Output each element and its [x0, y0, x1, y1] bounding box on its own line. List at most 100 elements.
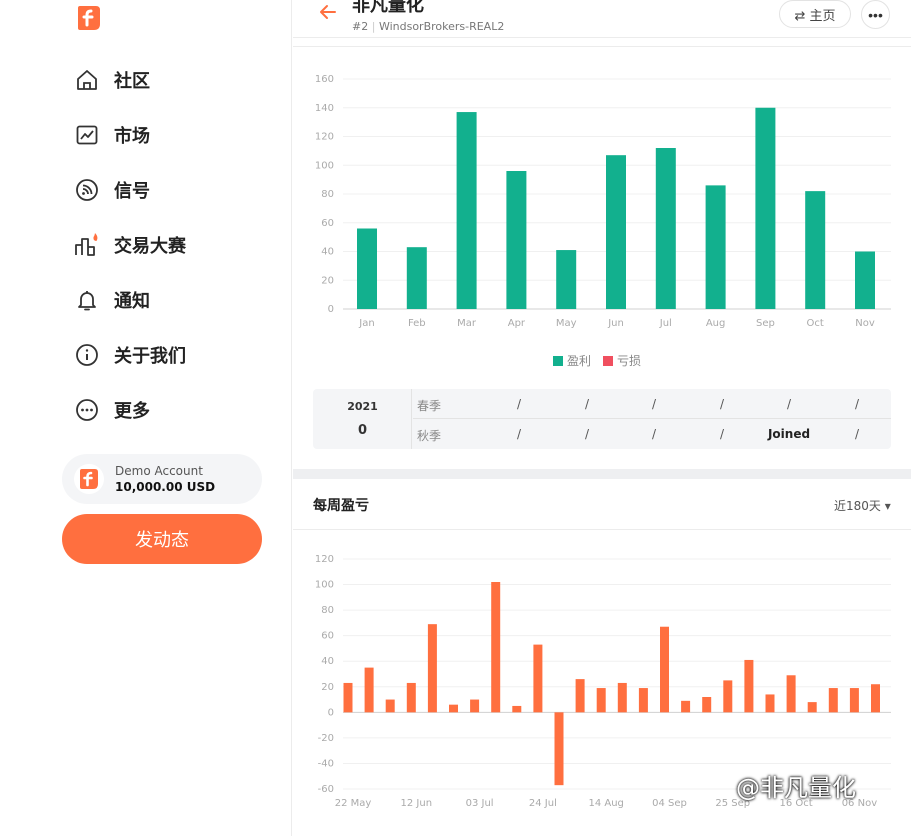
y-tick-label: -20 — [318, 733, 334, 744]
bar — [765, 694, 775, 713]
sidebar-item-contest[interactable]: 交易大赛 — [74, 227, 186, 263]
signal-icon — [74, 177, 100, 203]
bar — [556, 250, 577, 309]
more-options-button[interactable]: ••• — [861, 0, 890, 29]
back-arrow-icon[interactable] — [318, 2, 338, 22]
bar — [606, 155, 626, 309]
monthly-profit-chart: 0 20 40 60 80 100 120 140 160 Jan Feb Mar Apr May Jun J… — [315, 74, 891, 329]
y-tick-label: 60 — [321, 631, 334, 642]
bar — [343, 682, 353, 713]
bar — [512, 705, 522, 713]
account-type: Demo Account — [115, 464, 203, 478]
bar — [638, 688, 648, 713]
x-tick-label: 24 Jul — [529, 798, 557, 809]
y-tick-label: 100 — [315, 580, 334, 591]
bell-icon — [74, 287, 100, 313]
season-cell: / — [854, 427, 860, 441]
season-cell: / — [651, 397, 657, 411]
range-dropdown[interactable]: 近180天 ▾ — [834, 497, 891, 514]
x-tick-label: 12 Jun — [401, 798, 433, 809]
bar — [849, 688, 859, 713]
season-cell-joined: Joined — [767, 427, 811, 441]
x-tick-label: Mar — [457, 318, 477, 329]
section-separator — [293, 469, 911, 479]
legend-profit[interactable]: 盈利 — [553, 352, 591, 369]
divider — [293, 529, 911, 530]
x-tick-label: Jul — [659, 318, 672, 329]
bar — [575, 679, 585, 713]
bar — [617, 682, 627, 713]
account-avatar-icon — [74, 464, 104, 494]
season-cell: / — [719, 397, 725, 411]
season-cell: / — [854, 397, 860, 411]
season-cell: / — [516, 397, 522, 411]
y-tick-label: 0 — [328, 707, 334, 718]
x-tick-label: 14 Aug — [588, 798, 623, 809]
sidebar-item-label: 关于我们 — [114, 346, 186, 367]
season-row-autumn: 秋季 / / / / Joined / — [413, 419, 891, 449]
sidebar-item-community[interactable]: 社区 — [74, 62, 150, 98]
watermark: @非凡量化 — [736, 774, 856, 802]
x-tick-label: Nov — [855, 318, 875, 329]
sidebar-item-label: 信号 — [114, 181, 150, 202]
y-tick-label: -40 — [318, 758, 334, 769]
bar — [491, 582, 501, 713]
bar — [723, 680, 733, 713]
post-button[interactable]: 发动态 — [62, 514, 262, 564]
main-panel: 非凡量化 #2 | WindsorBrokers-REAL2 ⇄ 主页 ••• … — [293, 0, 911, 836]
sidebar-item-signal[interactable]: 信号 — [74, 172, 150, 208]
x-tick-label: Jun — [607, 318, 624, 329]
y-tick-label: 160 — [315, 74, 334, 85]
y-tick-label: 80 — [321, 605, 334, 616]
more-icon — [74, 397, 100, 423]
home-button[interactable]: ⇄ 主页 — [779, 0, 851, 28]
y-tick-label: 120 — [315, 554, 334, 565]
sidebar: 社区 市场 信号 交易大赛 通知 关于我们 更多 Demo Account 10… — [0, 0, 292, 836]
legend-loss[interactable]: 亏损 — [603, 352, 641, 369]
bar — [554, 712, 564, 786]
sidebar-item-market[interactable]: 市场 — [74, 117, 150, 153]
bar — [705, 185, 726, 309]
x-tick-label: Apr — [508, 318, 526, 329]
weekly-section-title: 每周盈亏 — [313, 498, 369, 514]
x-tick-label: Oct — [807, 318, 824, 329]
y-tick-label: -60 — [318, 784, 334, 795]
bar — [385, 699, 395, 713]
header-bar: 非凡量化 #2 | WindsorBrokers-REAL2 ⇄ 主页 ••• — [293, 0, 911, 38]
y-tick-label: 40 — [321, 247, 334, 258]
season-cell: / — [584, 397, 590, 411]
bar — [364, 667, 374, 713]
y-tick-label: 140 — [315, 103, 334, 114]
season-row-spring: 春季 / / / / / / — [413, 389, 891, 419]
season-year-column: 2021 0 — [313, 389, 412, 449]
bar — [427, 624, 437, 713]
sidebar-item-more[interactable]: 更多 — [74, 392, 150, 428]
page-title: 非凡量化 — [352, 0, 424, 16]
home-icon — [74, 67, 100, 93]
contest-icon — [74, 232, 100, 258]
sidebar-item-notification[interactable]: 通知 — [74, 282, 150, 318]
season-year: 2021 — [347, 400, 378, 413]
bar — [855, 251, 875, 309]
account-switcher[interactable]: Demo Account 10,000.00 USD — [62, 454, 262, 504]
season-cell: / — [719, 427, 725, 441]
logo-icon[interactable] — [76, 4, 102, 32]
y-tick-label: 20 — [321, 682, 334, 693]
sidebar-item-label: 交易大赛 — [114, 236, 186, 257]
y-tick-label: 120 — [315, 132, 334, 143]
bar — [786, 675, 796, 713]
y-tick-label: 100 — [315, 160, 334, 171]
season-table: 2021 0 春季 / / / / / / 秋季 / / / / Joined … — [313, 389, 891, 449]
y-tick-label: 0 — [328, 304, 334, 315]
x-tick-label: 04 Sep — [652, 798, 687, 809]
sidebar-item-label: 社区 — [114, 71, 150, 92]
bar — [807, 702, 817, 713]
sidebar-item-about[interactable]: 关于我们 — [74, 337, 186, 373]
bar — [449, 704, 458, 713]
chart-legend: 盈利 亏损 — [553, 352, 653, 369]
bar — [406, 682, 416, 713]
bar — [702, 697, 712, 713]
bar — [755, 107, 776, 309]
x-tick-label: Aug — [706, 318, 726, 329]
bar — [871, 684, 880, 713]
